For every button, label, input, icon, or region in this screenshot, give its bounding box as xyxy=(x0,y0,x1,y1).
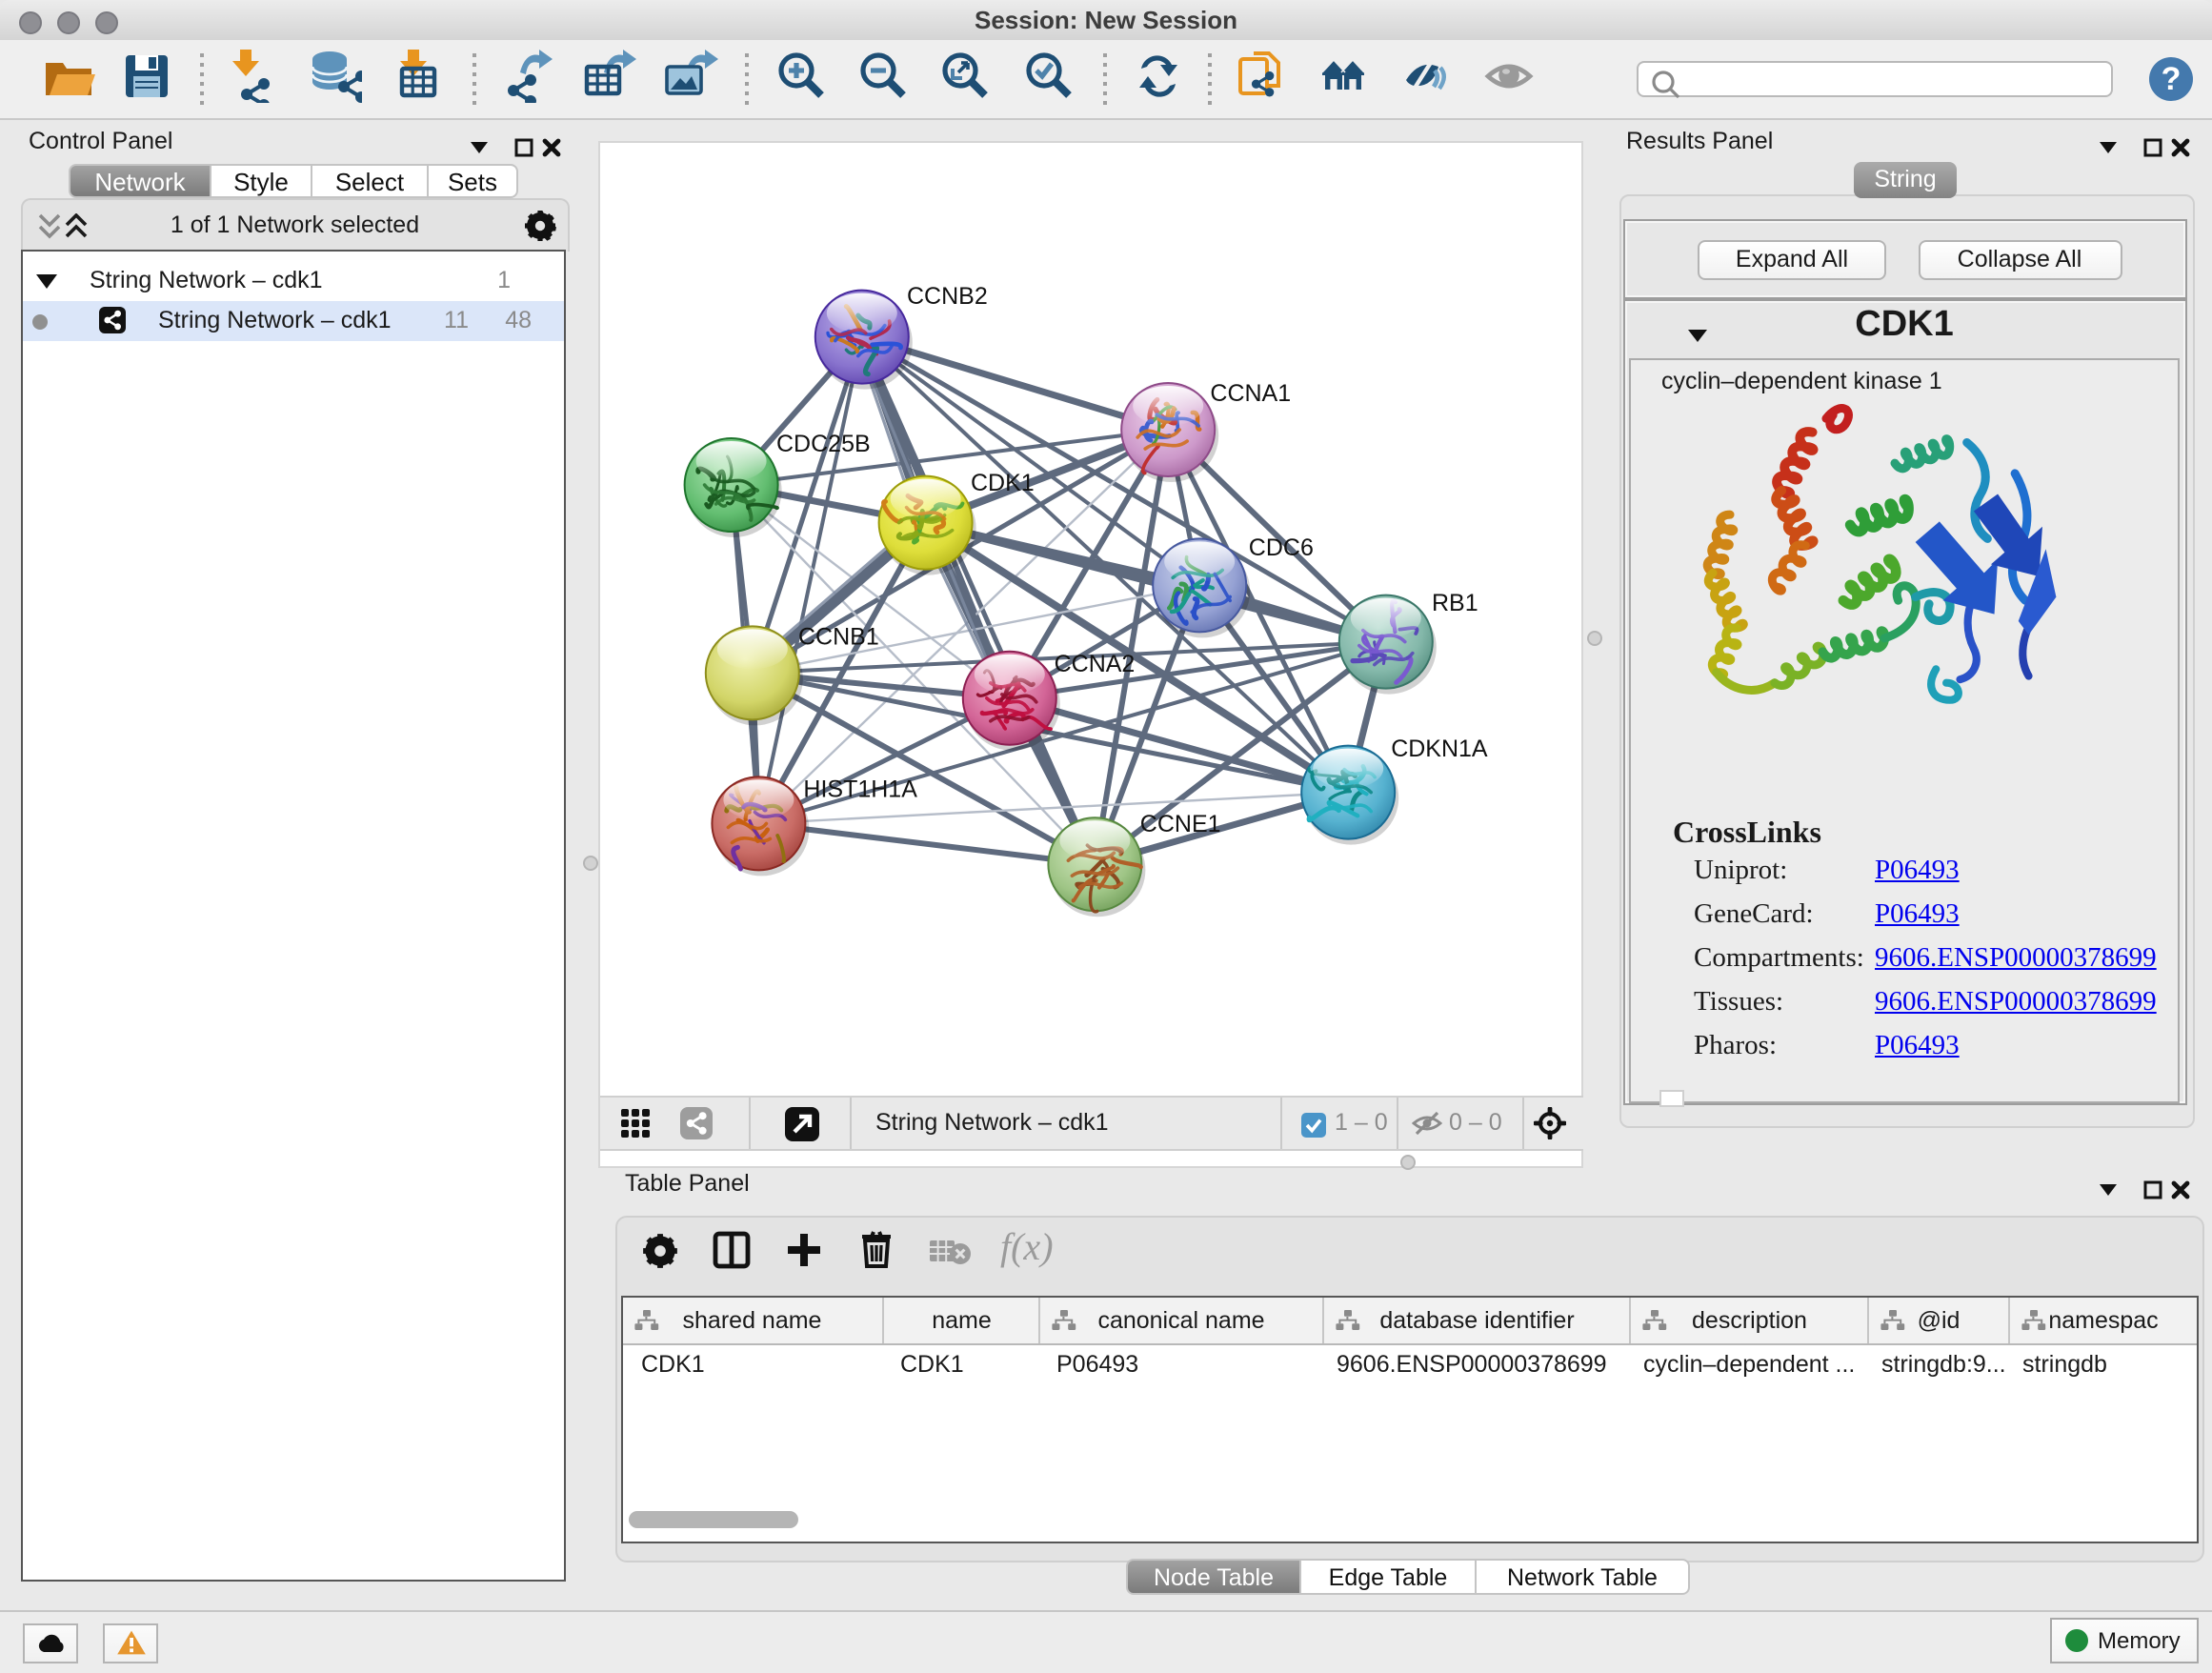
svg-text:CCNB2: CCNB2 xyxy=(906,283,987,310)
svg-text:CDC25B: CDC25B xyxy=(775,431,870,457)
svg-text:CCNA1: CCNA1 xyxy=(1209,380,1290,407)
svg-text:CCNE1: CCNE1 xyxy=(1139,811,1220,837)
svg-text:CDK1: CDK1 xyxy=(970,470,1034,496)
svg-text:CDC6: CDC6 xyxy=(1248,534,1313,561)
svg-text:HIST1H1A: HIST1H1A xyxy=(802,776,916,803)
svg-text:CDKN1A: CDKN1A xyxy=(1390,736,1487,762)
svg-text:RB1: RB1 xyxy=(1431,590,1478,616)
svg-text:CCNB1: CCNB1 xyxy=(797,624,878,651)
svg-text:CCNA2: CCNA2 xyxy=(1054,651,1135,677)
